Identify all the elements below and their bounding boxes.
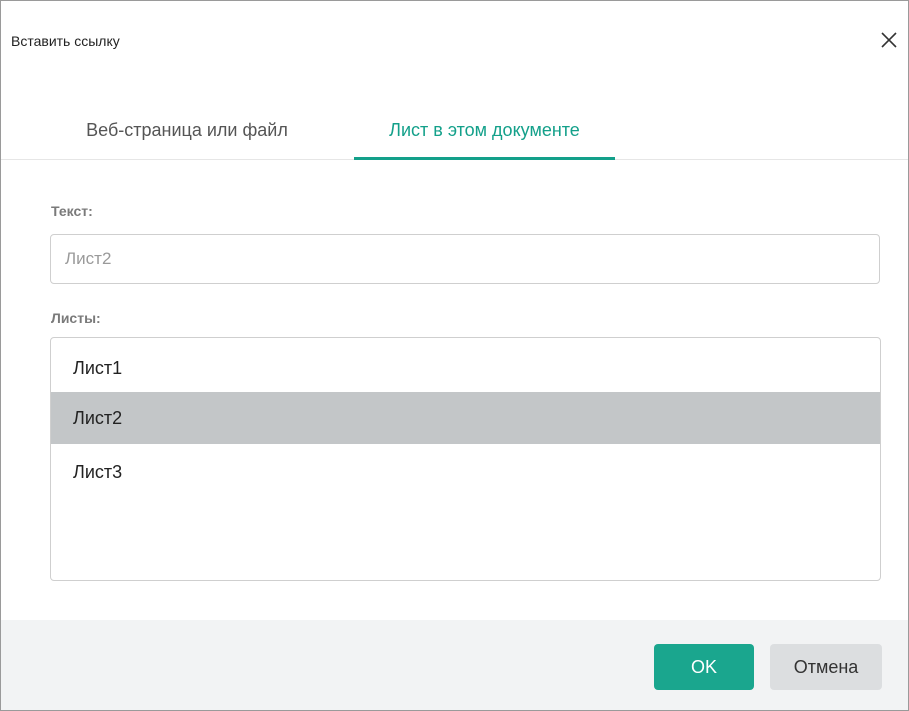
tab-bar: Веб-страница или файл Лист в этом докуме… [1, 101, 908, 160]
cancel-button[interactable]: Отмена [770, 644, 882, 690]
dialog-footer: OK Отмена [1, 620, 908, 710]
sheet-list-item[interactable]: Лист3 [51, 446, 880, 498]
sheet-list-item[interactable]: Лист1 [51, 342, 880, 394]
dialog-titlebar: Вставить ссылку [1, 1, 908, 83]
text-input[interactable] [50, 234, 880, 284]
tab-web-page-or-file[interactable]: Веб-страница или файл [47, 101, 327, 158]
text-field-label: Текст: [51, 203, 93, 219]
dialog-title: Вставить ссылку [11, 33, 120, 49]
sheets-list[interactable]: Лист1 Лист2 Лист3 [50, 337, 881, 581]
tab-sheet-in-document[interactable]: Лист в этом документе [354, 101, 615, 160]
ok-button[interactable]: OK [654, 644, 754, 690]
sheets-list-label: Листы: [51, 310, 101, 326]
insert-link-dialog: Вставить ссылку Веб-страница или файл Ли… [0, 0, 909, 711]
sheet-list-item-selected[interactable]: Лист2 [51, 392, 880, 444]
close-icon[interactable] [877, 28, 901, 52]
